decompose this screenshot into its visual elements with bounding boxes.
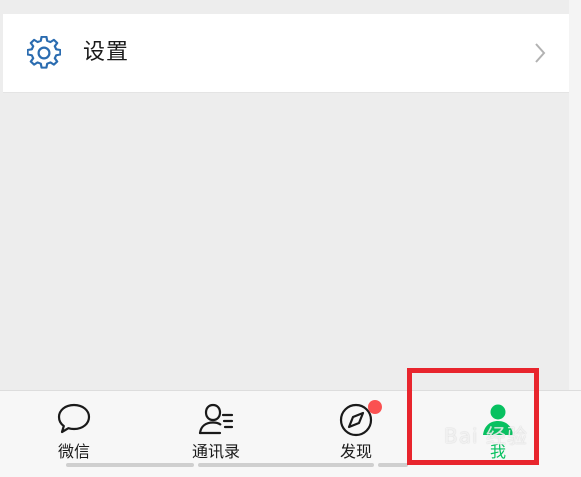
chat-bubble-icon bbox=[57, 403, 91, 434]
gear-icon bbox=[27, 36, 61, 69]
contacts-icon bbox=[198, 403, 234, 435]
me-screen: 设置 微信 通讯录 发现 我 Bai 经验 bbox=[0, 0, 581, 477]
highlight-box bbox=[407, 368, 539, 465]
tab-label: 通讯录 bbox=[191, 442, 240, 461]
watermark: Bai 经验 bbox=[444, 424, 528, 448]
tab-label: 微信 bbox=[57, 442, 90, 461]
discover-badge-dot bbox=[368, 400, 382, 414]
settings-label: 设置 bbox=[83, 40, 130, 65]
tab-label: 发现 bbox=[339, 442, 372, 461]
home-indicator-segment bbox=[378, 463, 408, 467]
home-indicator-segment bbox=[198, 463, 374, 467]
settings-row[interactable]: 设置 bbox=[3, 14, 569, 93]
chevron-right-icon bbox=[535, 43, 546, 63]
top-spacer bbox=[0, 0, 581, 14]
home-indicator-segment bbox=[66, 463, 194, 467]
